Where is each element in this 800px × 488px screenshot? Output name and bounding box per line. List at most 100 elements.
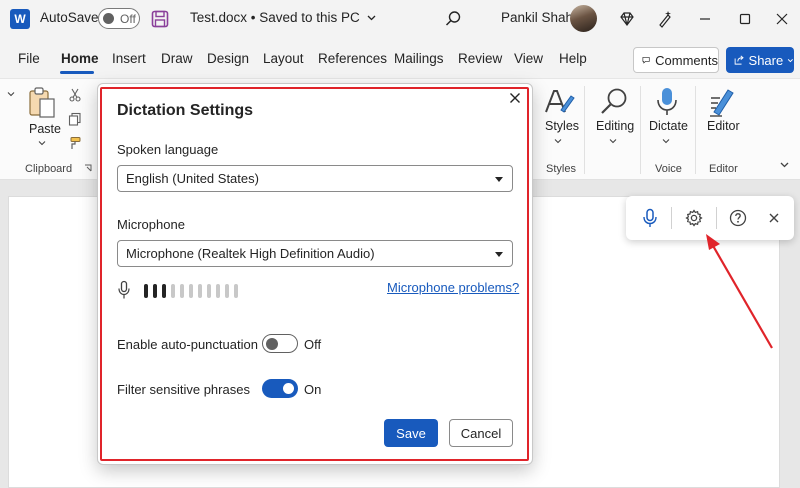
chevron-down-icon[interactable] [662, 137, 670, 145]
copy-icon[interactable] [68, 112, 82, 126]
autosave-toggle-knob [103, 13, 114, 24]
filter-phrases-toggle[interactable] [262, 379, 298, 398]
annotation-arrow [706, 234, 773, 349]
format-painter-icon[interactable] [68, 136, 82, 150]
tab-review[interactable]: Review [458, 51, 502, 66]
spoken-language-select[interactable]: English (United States) [117, 165, 513, 192]
ribbon-separator [695, 86, 696, 174]
microphone-problems-link[interactable]: Microphone problems? [387, 280, 519, 295]
paste-label[interactable]: Paste [29, 122, 61, 136]
tab-design[interactable]: Design [207, 51, 249, 66]
editor-group-label: Editor [709, 163, 738, 175]
tab-references[interactable]: References [318, 51, 387, 66]
close-icon[interactable] [772, 9, 792, 29]
title-bar: W AutoSave Off Test.docx • Saved to this… [0, 0, 800, 38]
mic-level-bar [225, 284, 229, 298]
toolbar-separator [716, 207, 717, 229]
editing-label[interactable]: Editing [596, 119, 634, 133]
save-button[interactable]: Save [384, 419, 438, 447]
tab-insert[interactable]: Insert [112, 51, 146, 66]
minimize-icon[interactable] [695, 9, 715, 29]
mic-level-bar [171, 284, 175, 298]
filter-phrases-state: On [304, 382, 322, 397]
word-icon: W [10, 9, 30, 29]
mic-level-bar [189, 284, 193, 298]
collapse-ribbon-icon[interactable] [779, 159, 790, 170]
mic-level-bar [180, 284, 184, 298]
chevron-down-icon[interactable] [7, 90, 15, 98]
close-icon[interactable] [763, 207, 785, 229]
dictate-label[interactable]: Dictate [649, 119, 688, 133]
share-label: Share [748, 52, 784, 68]
word-logo-letter: W [14, 12, 26, 26]
microphone-label: Microphone [117, 217, 185, 232]
mic-level-bar [162, 284, 166, 298]
designer-icon[interactable] [655, 9, 675, 29]
chevron-down-icon [367, 15, 376, 21]
comments-label: Comments [655, 52, 718, 68]
autosave-label: AutoSave [40, 10, 99, 25]
dialog-title: Dictation Settings [117, 102, 254, 119]
auto-punctuation-toggle[interactable] [262, 334, 298, 353]
search-icon[interactable] [443, 9, 463, 29]
avatar[interactable] [570, 5, 597, 32]
spoken-language-label: Spoken language [117, 142, 219, 157]
mic-level-bar [216, 284, 220, 298]
tab-layout[interactable]: Layout [263, 51, 304, 66]
tab-mailings[interactable]: Mailings [394, 51, 444, 66]
microphone-select[interactable]: Microphone (Realtek High Definition Audi… [117, 240, 513, 267]
chevron-down-icon[interactable] [38, 139, 46, 147]
toolbar-separator [671, 207, 672, 229]
editor-icon[interactable] [708, 86, 738, 118]
editing-icon[interactable] [599, 86, 631, 118]
dropdown-arrow-icon [495, 252, 503, 257]
paste-icon[interactable] [26, 86, 58, 120]
close-icon[interactable] [507, 92, 523, 108]
tab-file[interactable]: File [18, 51, 40, 66]
chevron-down-icon[interactable] [609, 137, 617, 145]
autosave-toggle[interactable]: Off [98, 8, 140, 29]
chevron-down-icon [788, 58, 794, 62]
microphone-icon[interactable] [639, 207, 661, 229]
tab-view[interactable]: View [514, 51, 543, 66]
ribbon-separator [584, 86, 585, 174]
ribbon-separator [640, 86, 641, 174]
mic-level-bar [234, 284, 238, 298]
toggle-knob [266, 337, 278, 350]
help-icon[interactable] [727, 207, 749, 229]
document-title[interactable]: Test.docx • Saved to this PC [190, 10, 377, 25]
cancel-button[interactable]: Cancel [449, 419, 513, 447]
comment-icon [642, 57, 650, 64]
settings-gear-icon[interactable] [683, 207, 705, 229]
auto-punctuation-label: Enable auto-punctuation [117, 337, 258, 352]
spoken-language-value: English (United States) [126, 171, 259, 186]
tab-help[interactable]: Help [559, 51, 587, 66]
document-title-text: Test.docx • Saved to this PC [190, 10, 360, 25]
dictate-mic-icon[interactable] [655, 86, 679, 118]
mic-level-bar [207, 284, 211, 298]
dropdown-arrow-icon [495, 177, 503, 182]
toggle-knob [283, 383, 294, 394]
styles-label[interactable]: Styles [545, 119, 579, 133]
autosave-state: Off [120, 12, 136, 26]
microphone-value: Microphone (Realtek High Definition Audi… [126, 246, 375, 261]
comments-button[interactable]: Comments [633, 47, 719, 73]
save-icon[interactable] [150, 9, 170, 29]
tab-draw[interactable]: Draw [161, 51, 193, 66]
voice-group-label: Voice [655, 163, 682, 175]
cut-icon[interactable] [68, 88, 82, 102]
mic-level-bar [144, 284, 148, 298]
diamond-icon[interactable] [617, 9, 637, 29]
share-button[interactable]: Share [726, 47, 794, 73]
maximize-icon[interactable] [735, 9, 755, 29]
styles-icon[interactable] [543, 86, 575, 118]
styles-group-label: Styles [546, 163, 576, 175]
dialog-launcher-icon[interactable] [84, 164, 92, 172]
mic-level-bar [198, 284, 202, 298]
microphone-icon [118, 280, 130, 299]
user-name[interactable]: Pankil Shah [501, 10, 573, 25]
tab-home[interactable]: Home [61, 51, 99, 66]
editor-label[interactable]: Editor [707, 119, 740, 133]
share-icon [734, 55, 744, 65]
chevron-down-icon[interactable] [554, 137, 562, 145]
